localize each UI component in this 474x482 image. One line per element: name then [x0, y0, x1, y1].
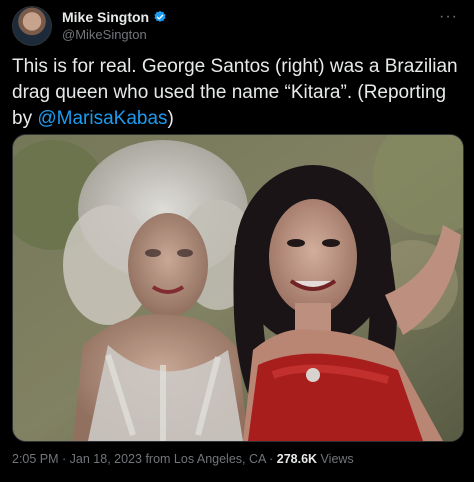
author-name-row: Mike Sington — [62, 8, 167, 26]
tweet-time[interactable]: 2:05 PM — [12, 452, 59, 466]
author-display-name[interactable]: Mike Sington — [62, 8, 149, 26]
tweet-photo[interactable] — [12, 134, 464, 442]
avatar[interactable] — [12, 6, 52, 46]
tweet: Mike Sington @MikeSington ··· This is fo… — [0, 0, 474, 482]
tweet-text-end: ) — [167, 108, 174, 129]
more-options-icon[interactable]: ··· — [435, 8, 462, 26]
views-label: Views — [317, 452, 354, 466]
tweet-meta: 2:05 PM · Jan 18, 2023 from Los Angeles,… — [12, 452, 462, 466]
author-handle[interactable]: @MikeSington — [62, 26, 167, 44]
tweet-text: This is for real. George Santos (right) … — [12, 54, 462, 132]
author-names: Mike Sington @MikeSington — [62, 8, 167, 44]
tweet-header: Mike Sington @MikeSington ··· — [12, 6, 462, 46]
meta-separator: · — [58, 452, 70, 466]
mention-link[interactable]: @MarisaKabas — [37, 108, 167, 129]
meta-separator: · — [265, 452, 277, 466]
photo-image — [13, 135, 463, 441]
verified-badge-icon — [153, 10, 167, 24]
views-count[interactable]: 278.6K — [277, 452, 317, 466]
tweet-date[interactable]: Jan 18, 2023 — [70, 452, 142, 466]
tweet-location: from Los Angeles, CA — [141, 452, 266, 466]
